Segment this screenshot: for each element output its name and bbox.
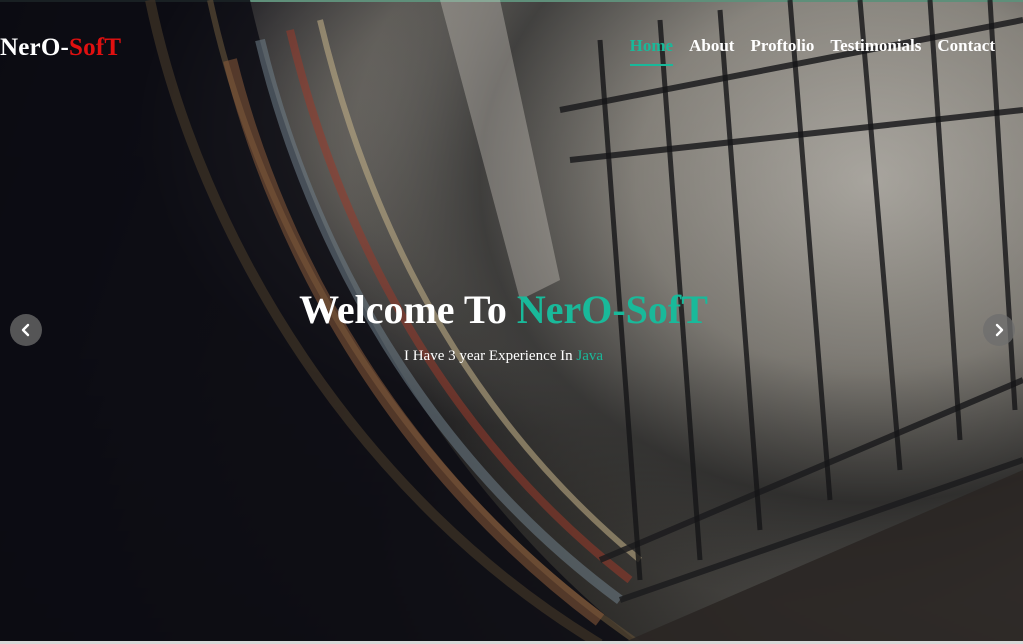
site-logo[interactable]: NerO-SofT bbox=[0, 34, 121, 62]
hero-title-prefix: Welcome To bbox=[299, 287, 517, 332]
carousel-next-button[interactable] bbox=[983, 314, 1015, 346]
nav-portfolio-link[interactable]: Proftolio bbox=[750, 36, 814, 66]
hero-subtitle-accent: Java bbox=[576, 348, 604, 364]
hero-carousel: NerO-SofT Home About Proftolio Testimoni… bbox=[0, 0, 1023, 644]
hero-title-accent: NerO-SofT bbox=[516, 287, 708, 332]
hero-caption: Welcome To NerO-SofT I Have 3 year Exper… bbox=[0, 286, 1007, 365]
carousel-prev-button[interactable] bbox=[10, 314, 42, 346]
logo-text-part2: SofT bbox=[69, 34, 122, 61]
nav-contact-link[interactable]: Contact bbox=[937, 36, 995, 66]
nav-testimonials-link[interactable]: Testimonials bbox=[830, 36, 921, 66]
hero-subtitle-prefix: I Have 3 year Experience In bbox=[403, 348, 577, 364]
hero-title: Welcome To NerO-SofT bbox=[0, 286, 1007, 334]
chevron-right-icon bbox=[995, 323, 1004, 337]
nav-home-link[interactable]: Home bbox=[629, 36, 674, 66]
hero-subtitle: I Have 3 year Experience In Java bbox=[0, 348, 1007, 365]
chevron-left-icon bbox=[21, 323, 30, 337]
logo-text-part1: NerO- bbox=[0, 34, 70, 61]
main-nav: Home About Proftolio Testimonials Contac… bbox=[629, 36, 995, 66]
nav-about-link[interactable]: About bbox=[689, 36, 734, 66]
